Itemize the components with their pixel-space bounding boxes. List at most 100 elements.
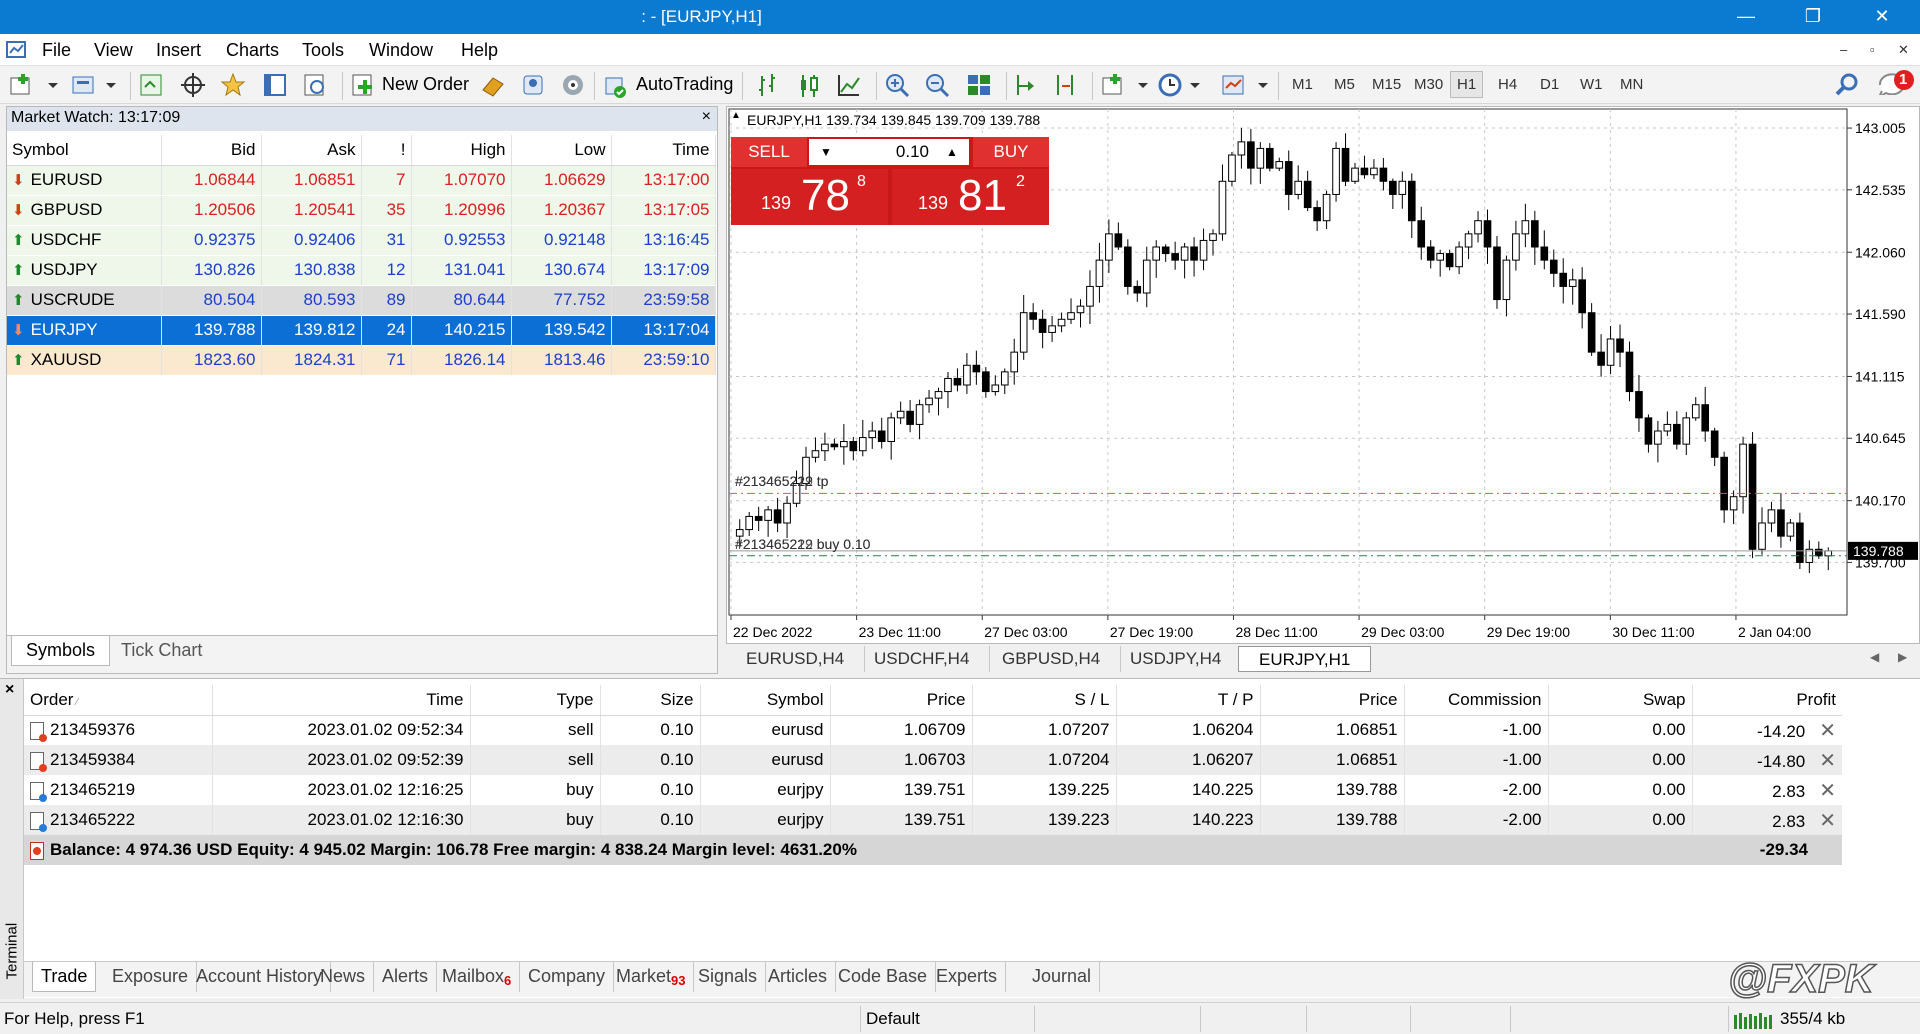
chart-tabs-right-arrow[interactable]: ▶ (1898, 650, 1907, 664)
mdi-close-button[interactable]: ✕ (1898, 42, 1909, 58)
col-size[interactable]: Size (600, 685, 701, 716)
line-chart-icon[interactable] (836, 72, 862, 98)
lot-increase-button[interactable]: ▲ (935, 139, 969, 165)
terminal-tab-articles[interactable]: Articles (760, 962, 837, 992)
col-time[interactable]: Time (212, 685, 471, 716)
tab-symbols[interactable]: Symbols (11, 636, 111, 666)
chart-tab-eurjpy-h1[interactable]: EURJPY,H1 (1238, 646, 1372, 672)
chart-tab-usdchf-h4[interactable]: USDCHF,H4 (854, 646, 991, 672)
terminal-tab-exposure[interactable]: Exposure (104, 962, 198, 992)
market-watch-icon[interactable] (138, 72, 164, 98)
market-watch-row-xauusd[interactable]: ⬆ XAUUSD 1823.60 1824.31 71 1826.14 1813.46 23:… (7, 345, 716, 376)
col-swap[interactable]: Swap (1548, 685, 1693, 716)
col-high[interactable]: High (411, 135, 512, 166)
chart-shift-icon[interactable] (1054, 72, 1080, 98)
timeframe-w1[interactable]: W1 (1580, 76, 1603, 93)
lot-decrease-button[interactable]: ▼ (809, 139, 843, 165)
mdi-minimize-button[interactable]: – (1840, 42, 1847, 57)
autotrading-icon[interactable] (600, 72, 628, 98)
search-icon[interactable] (1834, 72, 1860, 98)
terminal-tab-journal[interactable]: Journal (1024, 962, 1101, 992)
col-price[interactable]: Price (830, 685, 973, 716)
col-sl[interactable]: S / L (972, 685, 1117, 716)
close-position-icon[interactable]: ✕ (1819, 780, 1836, 802)
data-window-icon[interactable] (262, 72, 288, 98)
auto-scroll-icon[interactable] (1014, 72, 1040, 98)
tile-windows-icon[interactable] (966, 72, 992, 98)
trade-row[interactable]: 213459384 2023.01.02 09:52:39 sell 0.10 euru… (24, 745, 1842, 775)
close-window-button[interactable]: ✕ (1852, 0, 1912, 34)
chart-tab-usdjpy-h4[interactable]: USDJPY,H4 (1110, 646, 1243, 672)
tester-icon[interactable] (302, 72, 328, 98)
chart-window[interactable]: 143.005 142.535 142.060 141.590 141.115 140.6… (726, 106, 1920, 644)
terminal-tab-news[interactable]: News (312, 962, 375, 992)
buy-price[interactable]: 139 81 2 (892, 169, 1049, 225)
terminal-close-button[interactable]: × (5, 681, 14, 699)
candlesticks-icon[interactable] (796, 72, 822, 98)
col-current-price[interactable]: Price (1260, 685, 1405, 716)
mdi-restore-button[interactable]: ▫ (1870, 42, 1875, 57)
trade-row[interactable]: 213459376 2023.01.02 09:52:34 sell 0.10 euru… (24, 715, 1842, 745)
timeframe-m5[interactable]: M5 (1334, 76, 1355, 93)
terminal-tab-company[interactable]: Company (520, 962, 615, 992)
lot-size-input[interactable]: 0.10 (843, 139, 935, 165)
trade-row[interactable]: 213465219 2023.01.02 12:16:25 buy 0.10 eurjp… (24, 775, 1842, 805)
zoom-in-icon[interactable] (884, 72, 910, 98)
timeframe-m15[interactable]: M15 (1372, 76, 1401, 93)
signals-icon[interactable] (520, 72, 546, 98)
col-symbol[interactable]: Symbol (700, 685, 831, 716)
col-time[interactable]: Time (611, 135, 716, 166)
autotrading-button[interactable]: AutoTrading (636, 74, 733, 95)
terminal-tab-mailbox[interactable]: Mailbox6 (434, 962, 521, 992)
gold-bars-icon[interactable] (480, 72, 506, 98)
timeframe-mn[interactable]: MN (1620, 76, 1643, 93)
terminal-tab-account-history[interactable]: Account History (188, 962, 332, 992)
close-position-icon[interactable]: ✕ (1819, 810, 1836, 832)
market-watch-row-usdchf[interactable]: ⬆ USDCHF 0.92375 0.92406 31 0.92553 0.92148 13:… (7, 225, 716, 256)
col-tp[interactable]: T / P (1116, 685, 1261, 716)
col-low[interactable]: Low (511, 135, 612, 166)
crosshair-icon[interactable] (180, 72, 206, 98)
col-profit[interactable]: Profit (1692, 685, 1842, 716)
terminal-tab-code-base[interactable]: Code Base (830, 962, 937, 992)
menu-view[interactable]: View (94, 40, 133, 61)
terminal-tab-alerts[interactable]: Alerts (374, 962, 438, 992)
col-order[interactable]: Order ⁄ (24, 685, 213, 716)
vps-icon[interactable] (560, 72, 586, 98)
chart-tabs-left-arrow[interactable]: ◀ (1870, 650, 1879, 664)
minimize-button[interactable]: — (1716, 0, 1776, 34)
menu-charts[interactable]: Charts (226, 40, 279, 61)
timeframe-d1[interactable]: D1 (1540, 76, 1559, 93)
favorites-icon[interactable] (220, 72, 246, 98)
col-symbol[interactable]: Symbol (7, 135, 162, 166)
col-bid[interactable]: Bid (161, 135, 262, 166)
chart-tab-eurusd-h4[interactable]: EURUSD,H4 (726, 646, 866, 672)
col-type[interactable]: Type (470, 685, 601, 716)
menu-window[interactable]: Window (369, 40, 433, 61)
buy-button[interactable]: BUY (973, 137, 1049, 167)
terminal-tab-experts[interactable]: Experts (928, 962, 1007, 992)
trade-row[interactable]: 213465222 2023.01.02 12:16:30 buy 0.10 eurjp… (24, 805, 1842, 835)
new-chart-icon[interactable] (8, 72, 58, 98)
close-position-icon[interactable]: ✕ (1819, 750, 1836, 772)
market-watch-row-eurusd[interactable]: ⬇ EURUSD 1.06844 1.06851 7 1.07070 1.06629 13:1… (7, 165, 716, 196)
menu-help[interactable]: Help (461, 40, 498, 61)
notifications-icon[interactable] (1876, 69, 1916, 95)
timeframe-m30[interactable]: M30 (1414, 76, 1443, 93)
market-watch-row-usdjpy[interactable]: ⬆ USDJPY 130.826 130.838 12 131.041 130.674 13:… (7, 255, 716, 286)
restore-button[interactable]: ❐ (1783, 0, 1843, 34)
close-position-icon[interactable]: ✕ (1819, 720, 1836, 742)
zoom-out-icon[interactable] (924, 72, 950, 98)
timeframe-h4[interactable]: H4 (1498, 76, 1517, 93)
market-watch-row-gbpusd[interactable]: ⬇ GBPUSD 1.20506 1.20541 35 1.20996 1.20367 13:… (7, 195, 716, 226)
terminal-tab-market[interactable]: Market93 (608, 962, 695, 992)
new-order-icon[interactable] (350, 72, 376, 98)
menu-tools[interactable]: Tools (302, 40, 344, 61)
col-spread[interactable]: ! (361, 135, 412, 166)
col-ask[interactable]: Ask (261, 135, 362, 166)
market-watch-row-uscrude[interactable]: ⬆ USCRUDE 80.504 80.593 89 80.644 77.752 23:59:… (7, 285, 716, 316)
chart-tab-gbpusd-h4[interactable]: GBPUSD,H4 (982, 646, 1122, 672)
market-watch-row-eurjpy[interactable]: ⬇ EURJPY 139.788 139.812 24 140.215 139.542 13:… (7, 315, 716, 346)
menu-insert[interactable]: Insert (156, 40, 201, 61)
new-order-button[interactable]: New Order (382, 74, 469, 95)
